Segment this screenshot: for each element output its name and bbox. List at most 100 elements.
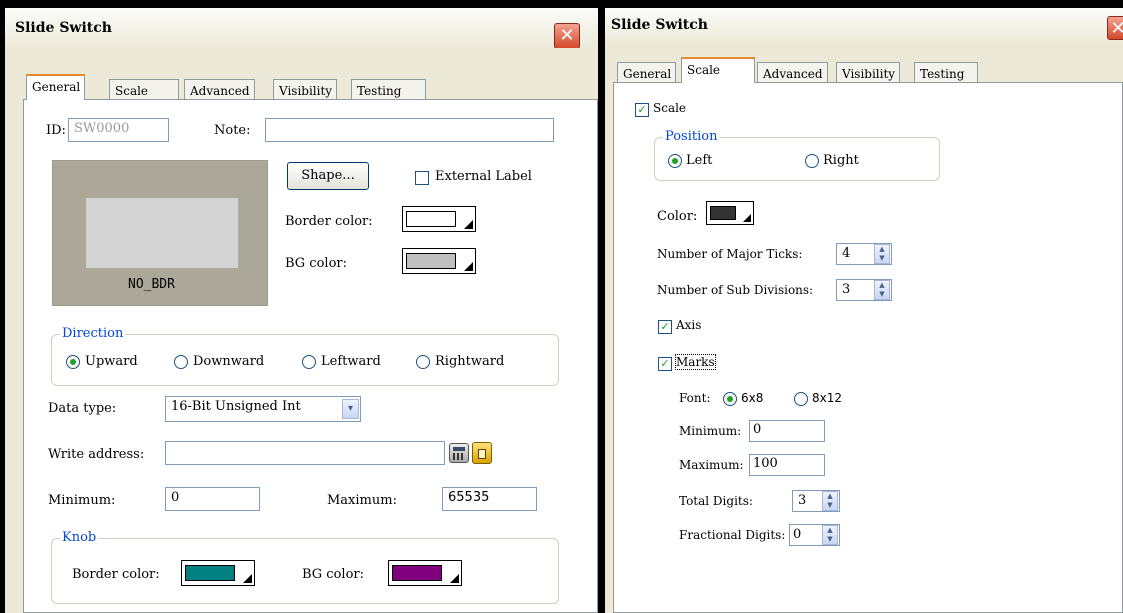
left-dialog: Slide Switch ✕ General Scale Advanced Vi… — [5, 8, 598, 613]
marks-minimum-label: Minimum: — [679, 424, 742, 438]
dropdown-triangle-icon — [464, 220, 473, 229]
border-color-label: Border color: — [285, 214, 373, 229]
right-tab-scale[interactable]: Scale — [681, 57, 755, 83]
write-address-label: Write address: — [48, 447, 145, 462]
right-close-button[interactable]: ✕ — [1107, 16, 1123, 40]
close-icon: ✕ — [1110, 18, 1123, 39]
knob-bg-color-picker[interactable] — [388, 560, 462, 586]
left-tab-testing[interactable]: Testing — [351, 79, 426, 100]
note-field[interactable] — [265, 118, 554, 142]
marks-label: Marks — [675, 354, 716, 370]
position-right-radio[interactable] — [805, 154, 819, 168]
bg-color-swatch — [406, 253, 456, 269]
left-tab-advanced[interactable]: Advanced — [184, 79, 255, 100]
close-icon: ✕ — [559, 25, 575, 46]
right-dialog-body: General Scale Advanced Visibility Testin… — [605, 44, 1123, 613]
marks-checkbox[interactable]: ✓ — [658, 357, 672, 371]
knob-caption: Knob — [60, 530, 99, 545]
direction-leftward-label: Leftward — [321, 354, 381, 369]
right-tab-visibility[interactable]: Visibility — [836, 62, 901, 83]
major-ticks-field[interactable]: 4 ▲ ▼ — [836, 243, 892, 265]
dropdown-triangle-icon — [450, 574, 459, 583]
marks-minimum-field[interactable]: 0 — [749, 420, 825, 442]
border-color-swatch — [406, 211, 456, 227]
direction-downward-radio[interactable] — [174, 355, 188, 369]
total-digits-field[interactable]: 3 ▲ ▼ — [792, 490, 840, 512]
fractional-digits-field[interactable]: 0 ▲ ▼ — [789, 524, 840, 546]
total-digits-spinner-icon[interactable]: ▲ ▼ — [822, 491, 838, 511]
direction-rightward-radio[interactable] — [416, 355, 430, 369]
font-8x12-label: 8x12 — [812, 391, 843, 405]
position-right-label: Right — [823, 153, 859, 168]
direction-caption: Direction — [60, 326, 126, 341]
axis-label: Axis — [676, 318, 702, 332]
right-title-bar: Slide Switch ✕ — [605, 8, 1123, 44]
minimum-field[interactable]: 0 — [165, 487, 260, 511]
direction-leftward-radio[interactable] — [302, 355, 316, 369]
maximum-field[interactable]: 65535 — [442, 487, 537, 511]
major-ticks-spinner-icon[interactable]: ▲ ▼ — [874, 244, 890, 264]
left-tab-visibility[interactable]: Visibility — [273, 79, 338, 100]
font-label: Font: — [679, 391, 711, 405]
font-8x12-radio[interactable] — [794, 392, 808, 406]
knob-border-color-label: Border color: — [72, 567, 160, 582]
scale-color-picker[interactable] — [706, 201, 754, 225]
left-close-button[interactable]: ✕ — [554, 23, 580, 49]
data-type-select[interactable]: 16-Bit Unsigned Int ▾ — [165, 396, 361, 422]
calculator-icon[interactable] — [449, 443, 469, 463]
dropdown-triangle-icon — [243, 574, 252, 583]
position-left-radio[interactable] — [668, 154, 682, 168]
fractional-digits-label: Fractional Digits: — [679, 528, 786, 542]
knob-border-color-swatch — [185, 565, 235, 581]
knob-bg-color-label: BG color: — [302, 567, 364, 582]
right-dialog-title: Slide Switch — [611, 17, 708, 33]
right-dialog: Slide Switch ✕ General Scale Advanced Vi… — [605, 8, 1123, 613]
left-tab-scale[interactable]: Scale — [109, 79, 179, 100]
right-tab-general[interactable]: General — [617, 62, 677, 83]
note-label: Note: — [214, 123, 251, 138]
position-group: Position Left Right — [654, 129, 940, 181]
knob-border-color-picker[interactable] — [181, 560, 255, 586]
color-label: Color: — [657, 209, 698, 224]
fractional-digits-value: 0 — [793, 527, 802, 542]
total-digits-value: 3 — [798, 493, 807, 508]
sub-divisions-field[interactable]: 3 ▲ ▼ — [836, 279, 892, 301]
scale-color-swatch — [710, 206, 736, 220]
left-title-bar: Slide Switch ✕ — [5, 8, 598, 49]
marks-maximum-field[interactable]: 100 — [749, 454, 825, 476]
border-color-picker[interactable] — [402, 206, 476, 232]
bg-color-picker[interactable] — [402, 248, 476, 274]
preview-label: NO_BDR — [128, 277, 175, 292]
direction-rightward-label: Rightward — [435, 354, 505, 369]
scale-checkbox[interactable]: ✓ — [635, 103, 649, 117]
major-ticks-label: Number of Major Ticks: — [657, 247, 803, 261]
external-label-checkbox[interactable] — [415, 171, 429, 185]
direction-upward-radio[interactable] — [66, 355, 80, 369]
left-dialog-title: Slide Switch — [15, 20, 112, 36]
data-type-label: Data type: — [48, 401, 117, 416]
chevron-down-icon[interactable]: ▾ — [342, 399, 359, 419]
maximum-label: Maximum: — [327, 493, 397, 508]
id-field: SW0000 — [68, 118, 169, 142]
sub-divisions-spinner-icon[interactable]: ▲ ▼ — [874, 280, 890, 300]
right-tab-testing[interactable]: Testing — [914, 62, 978, 83]
total-digits-label: Total Digits: — [679, 494, 753, 508]
left-tab-general[interactable]: General — [26, 74, 86, 100]
write-address-field[interactable] — [165, 441, 445, 465]
marks-maximum-label: Maximum: — [679, 458, 744, 472]
shape-button[interactable]: Shape... — [287, 162, 369, 190]
font-6x8-radio[interactable] — [723, 392, 737, 406]
sub-divisions-value: 3 — [842, 282, 851, 297]
id-label: ID: — [46, 123, 66, 138]
fractional-digits-spinner-icon[interactable]: ▲ ▼ — [822, 525, 838, 545]
axis-checkbox[interactable]: ✓ — [658, 320, 672, 334]
dropdown-triangle-icon — [464, 262, 473, 271]
shape-preview: NO_BDR — [52, 160, 268, 306]
right-tab-advanced[interactable]: Advanced — [757, 62, 828, 83]
knob-group: Knob Border color: BG color: — [51, 530, 559, 604]
sub-divisions-label: Number of Sub Divisions: — [657, 283, 814, 297]
right-scale-panel: ✓ Scale Position Left Right Color: Numbe… — [613, 82, 1123, 613]
left-dialog-body: General Scale Advanced Visibility Testin… — [5, 48, 598, 613]
address-tag-icon[interactable] — [472, 442, 492, 464]
data-type-value: 16-Bit Unsigned Int — [171, 399, 301, 414]
